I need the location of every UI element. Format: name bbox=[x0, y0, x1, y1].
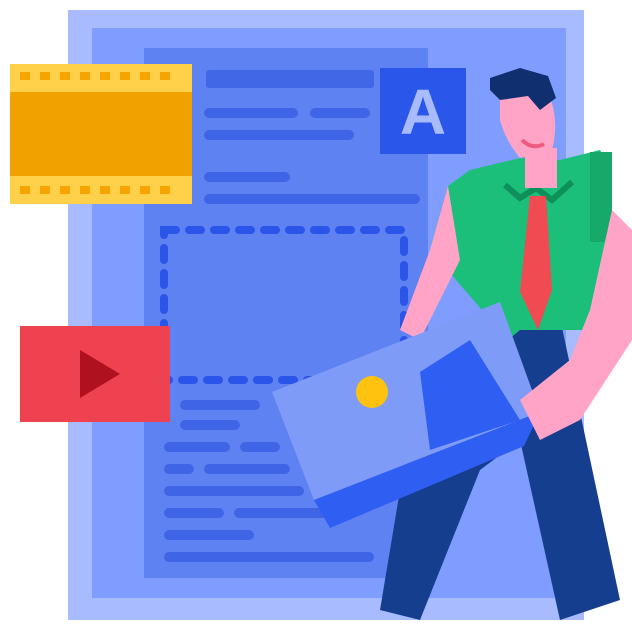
text-line bbox=[204, 108, 298, 118]
text-line bbox=[204, 130, 354, 140]
video-play-icon bbox=[20, 326, 170, 422]
illustration-canvas: A bbox=[0, 0, 632, 628]
letter-a-icon: A bbox=[380, 68, 466, 154]
photo-sun bbox=[356, 376, 388, 408]
badge-letter: A bbox=[400, 76, 446, 148]
text-line bbox=[310, 108, 370, 118]
illustration-svg: A bbox=[10, 10, 632, 620]
text-line bbox=[204, 194, 420, 204]
film-strip-icon bbox=[10, 64, 192, 204]
text-line bbox=[204, 172, 290, 182]
heading-line bbox=[206, 70, 374, 88]
